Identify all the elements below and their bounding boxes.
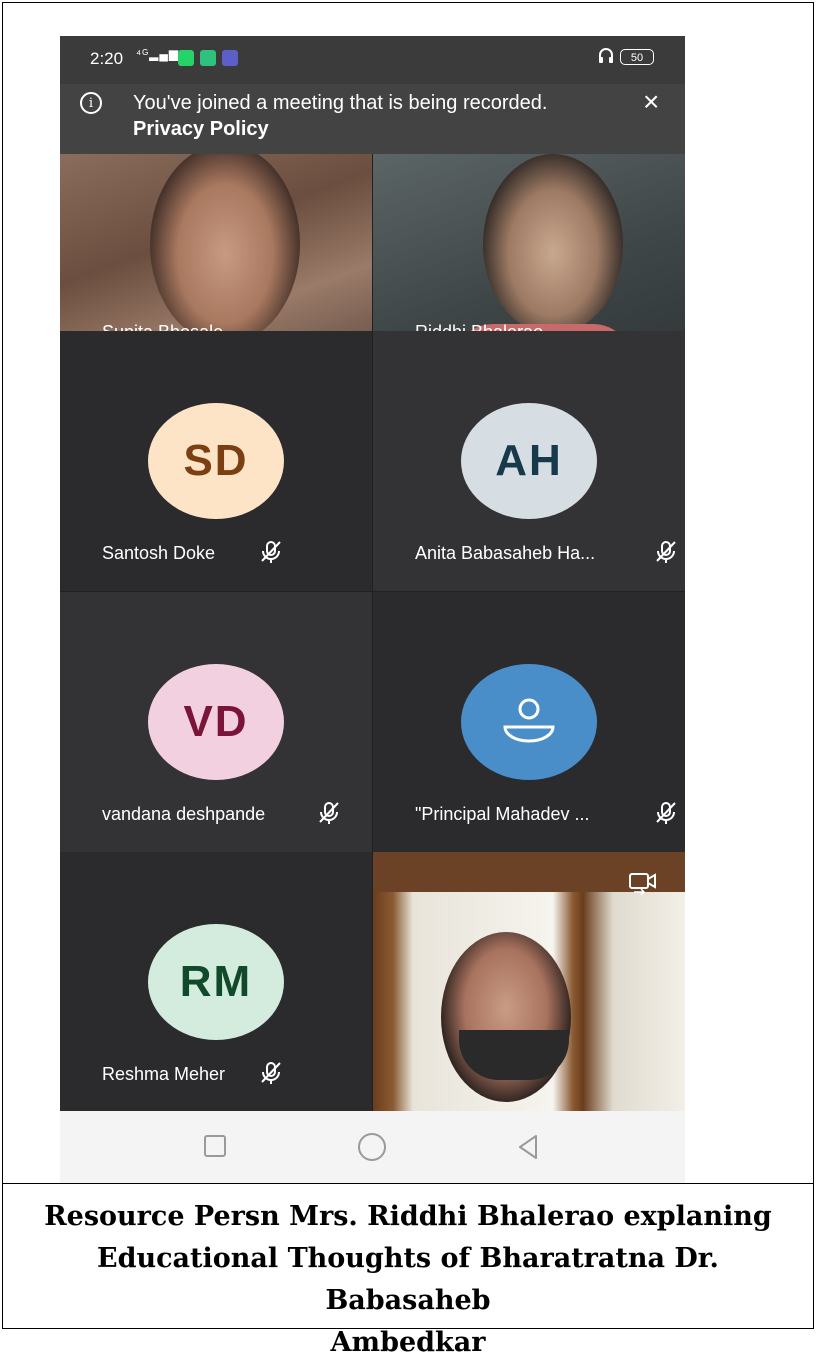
participant-video [483,154,623,334]
participant-name: Santosh Doke [102,543,216,563]
participant-name: Reshma Meher [102,1064,226,1084]
switch-camera-icon[interactable] [628,870,658,898]
meeting-screen: 2:20 ⁴ᴳ▂▄▆ 50 i You've joined a meeting … [60,36,685,1183]
avatar: RM [148,924,284,1040]
status-time: 2:20 [90,49,124,68]
recent-apps-icon[interactable] [204,1135,226,1157]
info-icon: i [80,92,102,114]
signal-icon: ⁴ᴳ▂▄▆ [136,47,180,61]
privacy-policy-link[interactable]: Privacy Policy [133,118,269,140]
participant-video [150,154,300,344]
participant-name: Anita Babasaheb Ha... [415,543,596,563]
home-icon[interactable] [358,1133,386,1161]
person-icon [503,698,555,743]
participant-tile[interactable]: "Principal Mahadev ... [373,592,685,852]
avatar: VD [148,664,284,780]
mic-off-icon [261,541,281,563]
whatsapp-icon [178,50,194,66]
teams-icon [222,50,238,66]
mic-off-icon [261,1062,281,1084]
figure-caption: Resource Persn Mrs. Riddhi Bhalerao expl… [10,1196,806,1364]
caption-divider [2,1183,814,1184]
close-icon[interactable]: × [643,88,659,116]
avatar: AH [461,403,597,519]
participant-name: vandana deshpande [102,804,266,824]
avatar [461,664,597,780]
avatar: SD [148,403,284,519]
caption-line: Resource Persn Mrs. Riddhi Bhalerao expl… [44,1201,772,1232]
battery-icon: 50 [620,49,654,65]
mic-off-icon [656,802,676,824]
self-video-tile[interactable] [373,852,685,1111]
status-bar: 2:20 ⁴ᴳ▂▄▆ 50 [60,36,685,84]
recording-banner: i You've joined a meeting that is being … [60,84,685,154]
navigation-bar [60,1111,685,1183]
back-icon[interactable] [516,1134,540,1160]
participant-tile[interactable]: VD vandana deshpande [60,592,372,852]
mic-off-icon [319,802,339,824]
participant-tile[interactable]: AH Anita Babasaheb Ha... [373,331,685,591]
participant-tile[interactable]: SD Santosh Doke [60,331,372,591]
banner-message: You've joined a meeting that is being re… [133,92,548,114]
participant-name: "Principal Mahadev ... [415,804,590,824]
caption-line: Ambedkar [330,1327,486,1358]
headset-icon [599,48,613,63]
banner-text: You've joined a meeting that is being re… [133,90,603,142]
mic-off-icon [656,541,676,563]
chat-app-icon [200,50,216,66]
participant-tile[interactable]: RM Reshma Meher [60,852,372,1112]
caption-line: Educational Thoughts of Bharatratna Dr. … [97,1243,719,1316]
